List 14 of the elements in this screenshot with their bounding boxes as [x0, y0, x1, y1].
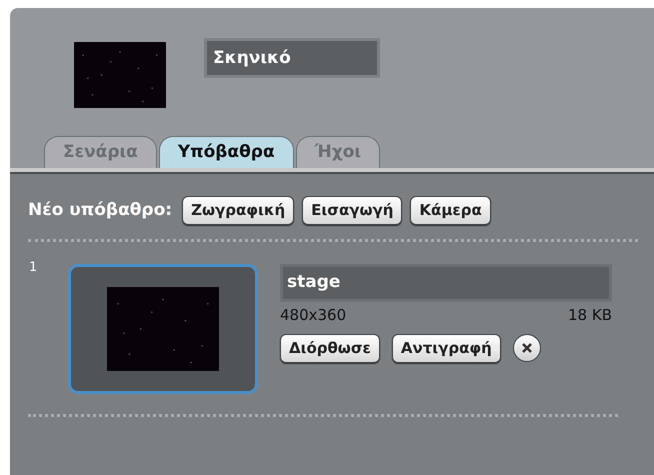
sprite-name-field[interactable]: Σκηνικό: [204, 38, 380, 78]
new-backdrop-button[interactable]: Ζωγραφική: [182, 196, 294, 224]
backdrop-file-size: 18 KB: [568, 304, 612, 326]
backdrop-action-button[interactable]: Αντιγραφή: [392, 334, 501, 362]
backdrop-number: 1: [28, 258, 38, 276]
backdrop-action-button[interactable]: Διόρθωσε: [280, 334, 380, 362]
delete-icon[interactable]: [512, 334, 541, 362]
backdrop-thumbnail[interactable]: [68, 264, 258, 394]
backdrop-dimensions: 480x360: [280, 304, 346, 326]
new-backdrop-button[interactable]: Κάμερα: [410, 196, 491, 224]
new-backdrop-button[interactable]: Εισαγωγή: [302, 196, 402, 224]
backdrop-name-field[interactable]: stage: [280, 264, 612, 302]
tab[interactable]: Υπόβαθρα: [158, 136, 294, 168]
new-backdrop-label: Νέο υπόβαθρο:: [28, 198, 172, 222]
